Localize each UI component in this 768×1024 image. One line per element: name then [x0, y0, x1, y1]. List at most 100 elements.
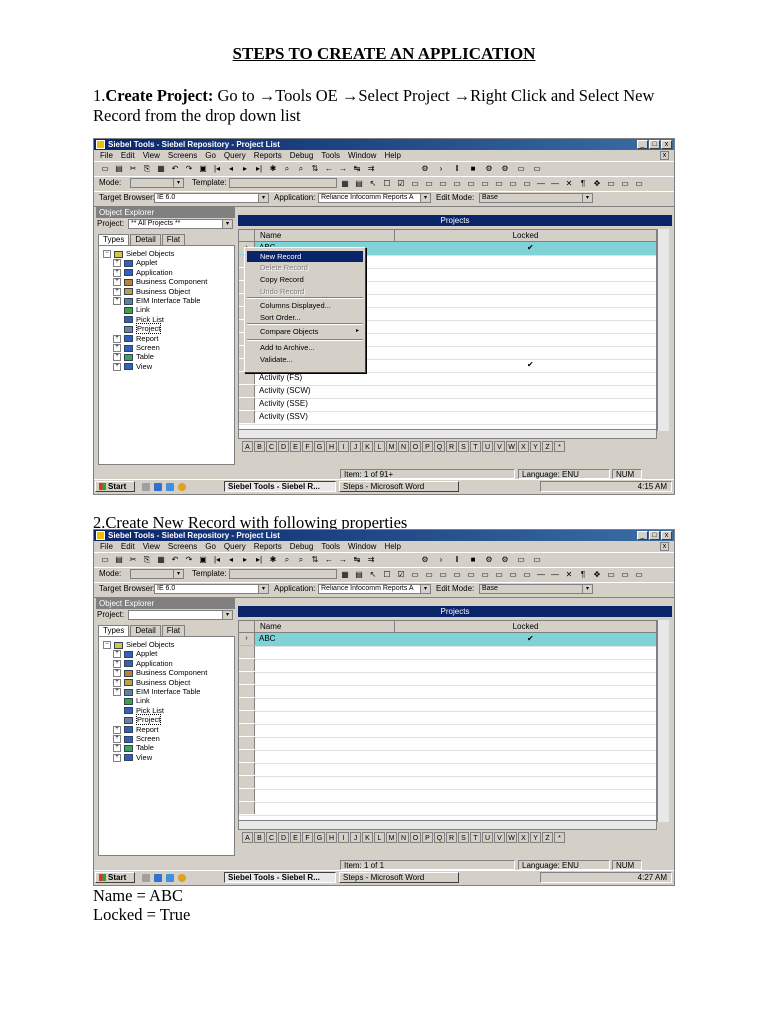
toolbar-icon[interactable]: ← [324, 555, 334, 564]
toolbar-icon[interactable]: — [536, 179, 546, 188]
media-icon[interactable] [178, 483, 186, 491]
toolbar-icon[interactable]: ▭ [606, 179, 616, 188]
outlook-icon[interactable] [166, 874, 174, 882]
toolbar-icon[interactable]: ⌕ [296, 555, 306, 564]
taskbar-siebel-tools[interactable]: Siebel Tools - Siebel R... [224, 872, 336, 883]
edit-mode-dropdown[interactable]: Base ▾ [479, 193, 593, 203]
toolbar-icon[interactable]: — [536, 570, 546, 579]
toolbar-icon[interactable]: ▭ [100, 555, 110, 564]
expand-icon[interactable]: + [113, 688, 121, 697]
toolbar-icon[interactable]: ▸| [254, 555, 264, 564]
toolbar-icon[interactable]: ▭ [522, 570, 532, 579]
mode-dropdown[interactable]: ▾ [130, 569, 184, 579]
letter-l[interactable]: L [374, 441, 385, 452]
edit-mode-dropdown[interactable]: Base ▾ [479, 584, 593, 594]
toolbar-icon[interactable]: ↖ [368, 179, 378, 188]
toolbar-icon[interactable]: ✥ [592, 570, 602, 579]
toolbar-icon[interactable]: ▸ [240, 164, 250, 173]
toolbar-icon[interactable]: ▤ [354, 179, 364, 188]
letter-r[interactable]: R [446, 441, 457, 452]
toolbar-icon[interactable]: ▭ [508, 179, 518, 188]
toolbar-icon[interactable]: |◂ [212, 164, 222, 173]
letter-s[interactable]: S [458, 832, 469, 843]
start-button[interactable]: Start [95, 872, 135, 883]
tree-item-project[interactable]: Project [113, 323, 162, 335]
letter-i[interactable]: I [338, 832, 349, 843]
letter-s[interactable]: S [458, 441, 469, 452]
toolbar-icon[interactable]: ▭ [516, 164, 526, 173]
menu-go[interactable]: Go [205, 151, 216, 160]
menu-edit[interactable]: Edit [121, 151, 135, 160]
toolbar-icon[interactable]: ⌕ [282, 555, 292, 564]
tree-item-application[interactable]: + Application [113, 659, 173, 668]
toolbar-icon[interactable]: → [338, 164, 348, 173]
toolbar-icon[interactable]: ◂ [226, 555, 236, 564]
toolbar-icon[interactable]: ▭ [438, 570, 448, 579]
menu-item-new-record[interactable]: New Record [247, 251, 363, 262]
letter-w[interactable]: W [506, 832, 517, 843]
close-button[interactable]: x [661, 531, 672, 540]
table-row[interactable] [239, 737, 656, 751]
menu-help[interactable]: Help [384, 542, 400, 551]
tree-item-report[interactable]: + Report [113, 334, 159, 343]
column-header-locked[interactable]: Locked [395, 230, 656, 241]
toolbar-icon[interactable]: ▭ [100, 164, 110, 173]
table-row[interactable] [239, 750, 656, 764]
tree-item-siebel-objects[interactable]: − Siebel Objects [103, 249, 174, 259]
menu-go[interactable]: Go [205, 542, 216, 551]
ie-icon[interactable] [154, 483, 162, 491]
letter-f[interactable]: F [302, 832, 313, 843]
letter-o[interactable]: O [410, 832, 421, 843]
toolbar-icon[interactable]: ▭ [494, 570, 504, 579]
toolbar-icon[interactable]: ▦ [156, 164, 166, 173]
letter-x[interactable]: X [518, 441, 529, 452]
tree-item-eim-interface-table[interactable]: + EIM Interface Table [113, 687, 200, 697]
toolbar-icon[interactable]: ▭ [452, 179, 462, 188]
table-row[interactable] [239, 724, 656, 738]
start-button[interactable]: Start [95, 481, 135, 492]
desktop-icon[interactable] [142, 874, 150, 882]
letter-a[interactable]: A [242, 832, 253, 843]
toolbar-icon[interactable]: ✕ [564, 570, 574, 579]
menu-item-add-to-archive[interactable]: Add to Archive... [247, 342, 363, 353]
toolbar-icon[interactable]: |◂ [212, 555, 222, 564]
expand-icon[interactable]: + [113, 278, 121, 287]
menu-item-columns-displayed[interactable]: Columns Displayed... [247, 300, 363, 311]
window-title-bar[interactable]: Siebel Tools - Siebel Repository - Proje… [94, 530, 674, 541]
tree-item-screen[interactable]: + Screen [113, 734, 160, 744]
letter-w[interactable]: W [506, 441, 517, 452]
tab-flat[interactable]: Flat [161, 234, 186, 245]
letter-h[interactable]: H [326, 441, 337, 452]
letter-g[interactable]: G [314, 441, 325, 452]
letter-l[interactable]: L [374, 832, 385, 843]
expand-icon[interactable]: + [113, 753, 121, 762]
expand-icon[interactable]: + [113, 725, 121, 734]
tree-item-business-object[interactable]: + Business Object [113, 678, 190, 687]
letter-m[interactable]: M [386, 441, 397, 452]
target-browser-dropdown[interactable]: IE 6.0 ▾ [154, 584, 269, 594]
expand-icon[interactable]: + [113, 287, 121, 296]
toolbar-icon[interactable]: ▭ [532, 164, 542, 173]
toolbar-icon[interactable]: → [338, 555, 348, 564]
toolbar-icon[interactable]: ▭ [620, 179, 630, 188]
menu-view[interactable]: View [143, 542, 160, 551]
outlook-icon[interactable] [166, 483, 174, 491]
letter-n[interactable]: N [398, 441, 409, 452]
tree-item-business-component[interactable]: + Business Component [113, 668, 207, 678]
toolbar-icon[interactable]: ⚙ [420, 164, 430, 173]
toolbar-icon[interactable]: ↷ [184, 555, 194, 564]
menu-query[interactable]: Query [224, 151, 246, 160]
desktop-icon[interactable] [142, 483, 150, 491]
menu-item-sort-order[interactable]: Sort Order... [247, 312, 363, 323]
toolbar-icon[interactable]: ⇉ [366, 555, 376, 564]
table-row[interactable] [239, 711, 656, 725]
menu-tools[interactable]: Tools [321, 542, 340, 551]
letter-d[interactable]: D [278, 441, 289, 452]
letter-a[interactable]: A [242, 441, 253, 452]
letter-g[interactable]: G [314, 832, 325, 843]
menu-item-compare-objects[interactable]: Compare Objects ▸ [247, 326, 363, 337]
toolbar-icon[interactable]: ↶ [170, 555, 180, 564]
menu-file[interactable]: File [100, 542, 113, 551]
letter-b[interactable]: B [254, 832, 265, 843]
toolbar-icon[interactable]: ▭ [522, 179, 532, 188]
